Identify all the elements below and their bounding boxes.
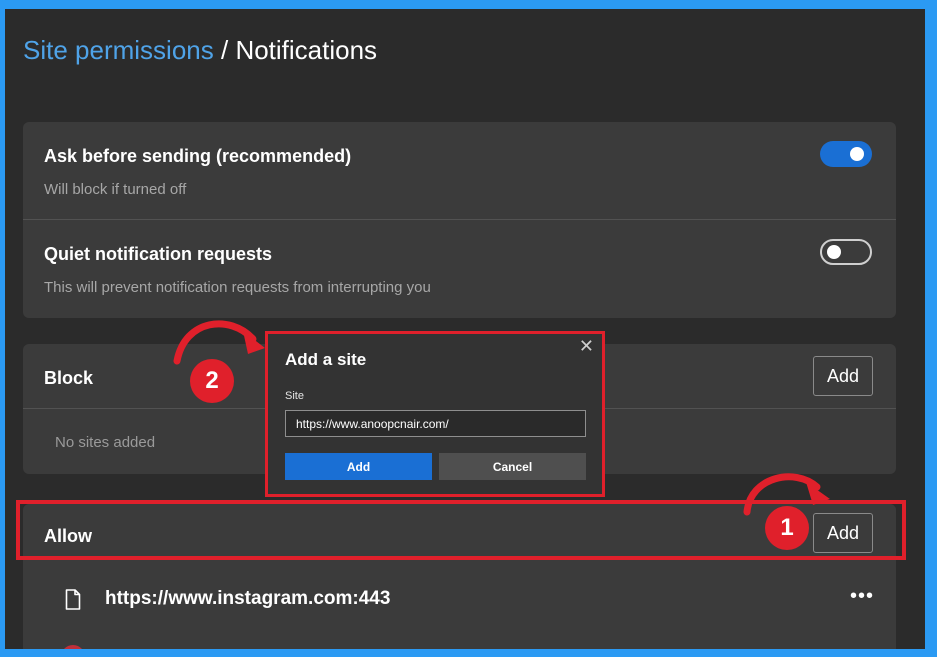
site-field-label: Site	[285, 390, 304, 402]
settings-page: Site permissions / Notifications Ask bef…	[5, 9, 925, 649]
step1-badge: 1	[765, 506, 809, 550]
step2-arrow	[173, 320, 257, 365]
dialog-cancel-button[interactable]: Cancel	[439, 453, 586, 480]
annotation-arrows	[173, 320, 830, 516]
add-site-dialog: ✕ Add a site Site Add Cancel	[265, 331, 605, 497]
close-icon[interactable]: ✕	[579, 336, 594, 357]
dialog-add-button[interactable]: Add	[285, 453, 432, 480]
step2-arrowhead	[243, 331, 265, 354]
step2-badge: 2	[190, 359, 234, 403]
dialog-title: Add a site	[285, 350, 367, 369]
site-url-input[interactable]	[285, 410, 586, 437]
